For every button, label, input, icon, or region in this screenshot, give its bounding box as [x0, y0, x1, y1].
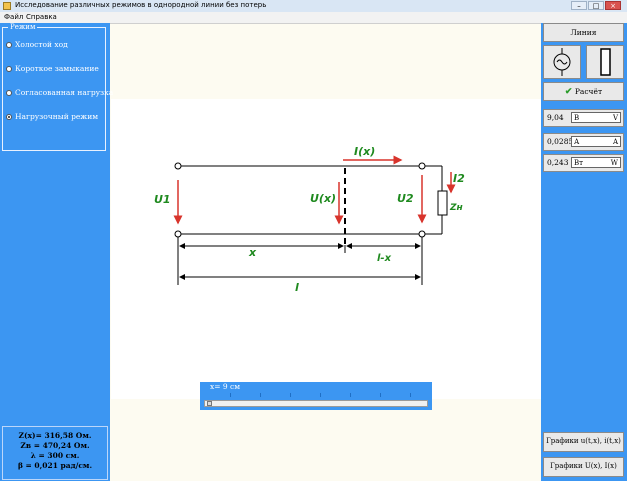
- slider-tick: [230, 393, 231, 397]
- current-unit-select[interactable]: А A: [571, 136, 621, 147]
- terminal-right-bottom: [418, 230, 426, 238]
- param-lambda: λ = 300 см.: [30, 451, 80, 460]
- close-button[interactable]: ×: [605, 1, 621, 10]
- x-slider-track[interactable]: [204, 400, 428, 407]
- slider-tick: [260, 393, 261, 397]
- label-zn: Zн: [449, 203, 463, 213]
- graphs-ux-button[interactable]: Графики U(x), I(x): [543, 457, 624, 477]
- radio-dot[interactable]: [6, 90, 12, 96]
- calc-button[interactable]: ✔ Расчёт: [543, 82, 624, 101]
- line-button[interactable]: Линия: [543, 23, 624, 42]
- voltage-row: 9,04 В V: [543, 109, 624, 127]
- x-slider-panel: x= 9 см: [200, 382, 432, 410]
- voltage-value: 9,04: [547, 113, 564, 122]
- mode-group: Режим Холостой ход Короткое замыкание Со…: [2, 23, 113, 151]
- radio-label: Согласованная нагрузка: [15, 88, 114, 97]
- radio-label: Нагрузочный режим: [15, 112, 99, 121]
- radio-label: Короткое замыкание: [15, 64, 99, 73]
- param-zx: Z(x)= 316,58 Ом.: [18, 431, 92, 440]
- radio-open-circuit[interactable]: Холостой ход: [6, 40, 106, 52]
- label-u1: U1: [154, 193, 171, 206]
- label-ux: U(x): [310, 192, 336, 205]
- label-i2: I2: [453, 172, 465, 185]
- slider-tick: [380, 393, 381, 397]
- slider-tick: [320, 393, 321, 397]
- app-icon: [3, 2, 11, 10]
- slider-tick: [290, 393, 291, 397]
- terminal-left-top: [174, 162, 182, 170]
- graphs-ut-button[interactable]: Графики u(t,x), i(t,x): [543, 432, 624, 452]
- left-panel: Режим Холостой ход Короткое замыкание Со…: [0, 23, 113, 481]
- radio-short-circuit[interactable]: Короткое замыкание: [6, 64, 106, 76]
- label-lx: l-x: [377, 253, 392, 264]
- radio-load-mode[interactable]: Нагрузочный режим: [6, 112, 106, 124]
- current-value: 0,0285: [547, 137, 574, 146]
- mode-group-legend: Режим: [8, 23, 38, 31]
- window-title: Исследование различных режимов в однород…: [15, 1, 267, 9]
- power-unit-select[interactable]: Вт W: [571, 157, 621, 168]
- line-diagram: U1 U(x) U2 I(x) I2 Zн x l-x l: [154, 145, 465, 294]
- terminal-left-bottom: [174, 230, 182, 238]
- radio-dot[interactable]: [6, 66, 12, 72]
- radio-dot[interactable]: [6, 42, 12, 48]
- power-row: 0,243 Вт W: [543, 154, 624, 172]
- slider-tick: [410, 393, 411, 397]
- x-slider-thumb[interactable]: [207, 401, 212, 406]
- parameters-box: Z(x)= 316,58 Ом. Zв = 470,24 Ом. λ = 300…: [2, 426, 108, 480]
- param-zv: Zв = 470,24 Ом.: [20, 441, 90, 450]
- label-u2: U2: [397, 192, 414, 205]
- terminal-right-top: [418, 162, 426, 170]
- param-beta: β = 0,021 рад/см.: [17, 461, 93, 470]
- current-row: 0,0285 А A: [543, 133, 624, 151]
- checkmark-icon: ✔: [564, 87, 573, 97]
- maximize-button[interactable]: □: [588, 1, 604, 10]
- label-l: l: [295, 281, 299, 294]
- power-value: 0,243: [547, 158, 569, 167]
- calc-button-label: Расчёт: [574, 87, 603, 96]
- voltage-unit-select[interactable]: В V: [571, 112, 621, 123]
- resistor-icon[interactable]: [586, 45, 624, 79]
- minimize-button[interactable]: –: [571, 1, 587, 10]
- radio-dot-selected[interactable]: [6, 114, 12, 120]
- label-ix: I(x): [354, 145, 375, 158]
- label-x: x: [248, 246, 257, 259]
- radio-matched-load[interactable]: Согласованная нагрузка: [6, 88, 113, 100]
- ac-source-icon[interactable]: [543, 45, 581, 79]
- menu-file[interactable]: Файл: [4, 13, 23, 21]
- slider-tick: [350, 393, 351, 397]
- load-resistor: [437, 190, 448, 216]
- diagram-canvas: U1 U(x) U2 I(x) I2 Zн x l-x l: [111, 99, 541, 399]
- right-panel: Линия ✔ Расчёт 9,04 В V 0,0285 А A 0,243: [541, 23, 627, 481]
- menu-help[interactable]: Справка: [26, 13, 57, 21]
- radio-label: Холостой ход: [15, 40, 68, 49]
- x-slider-label: x= 9 см: [210, 382, 241, 391]
